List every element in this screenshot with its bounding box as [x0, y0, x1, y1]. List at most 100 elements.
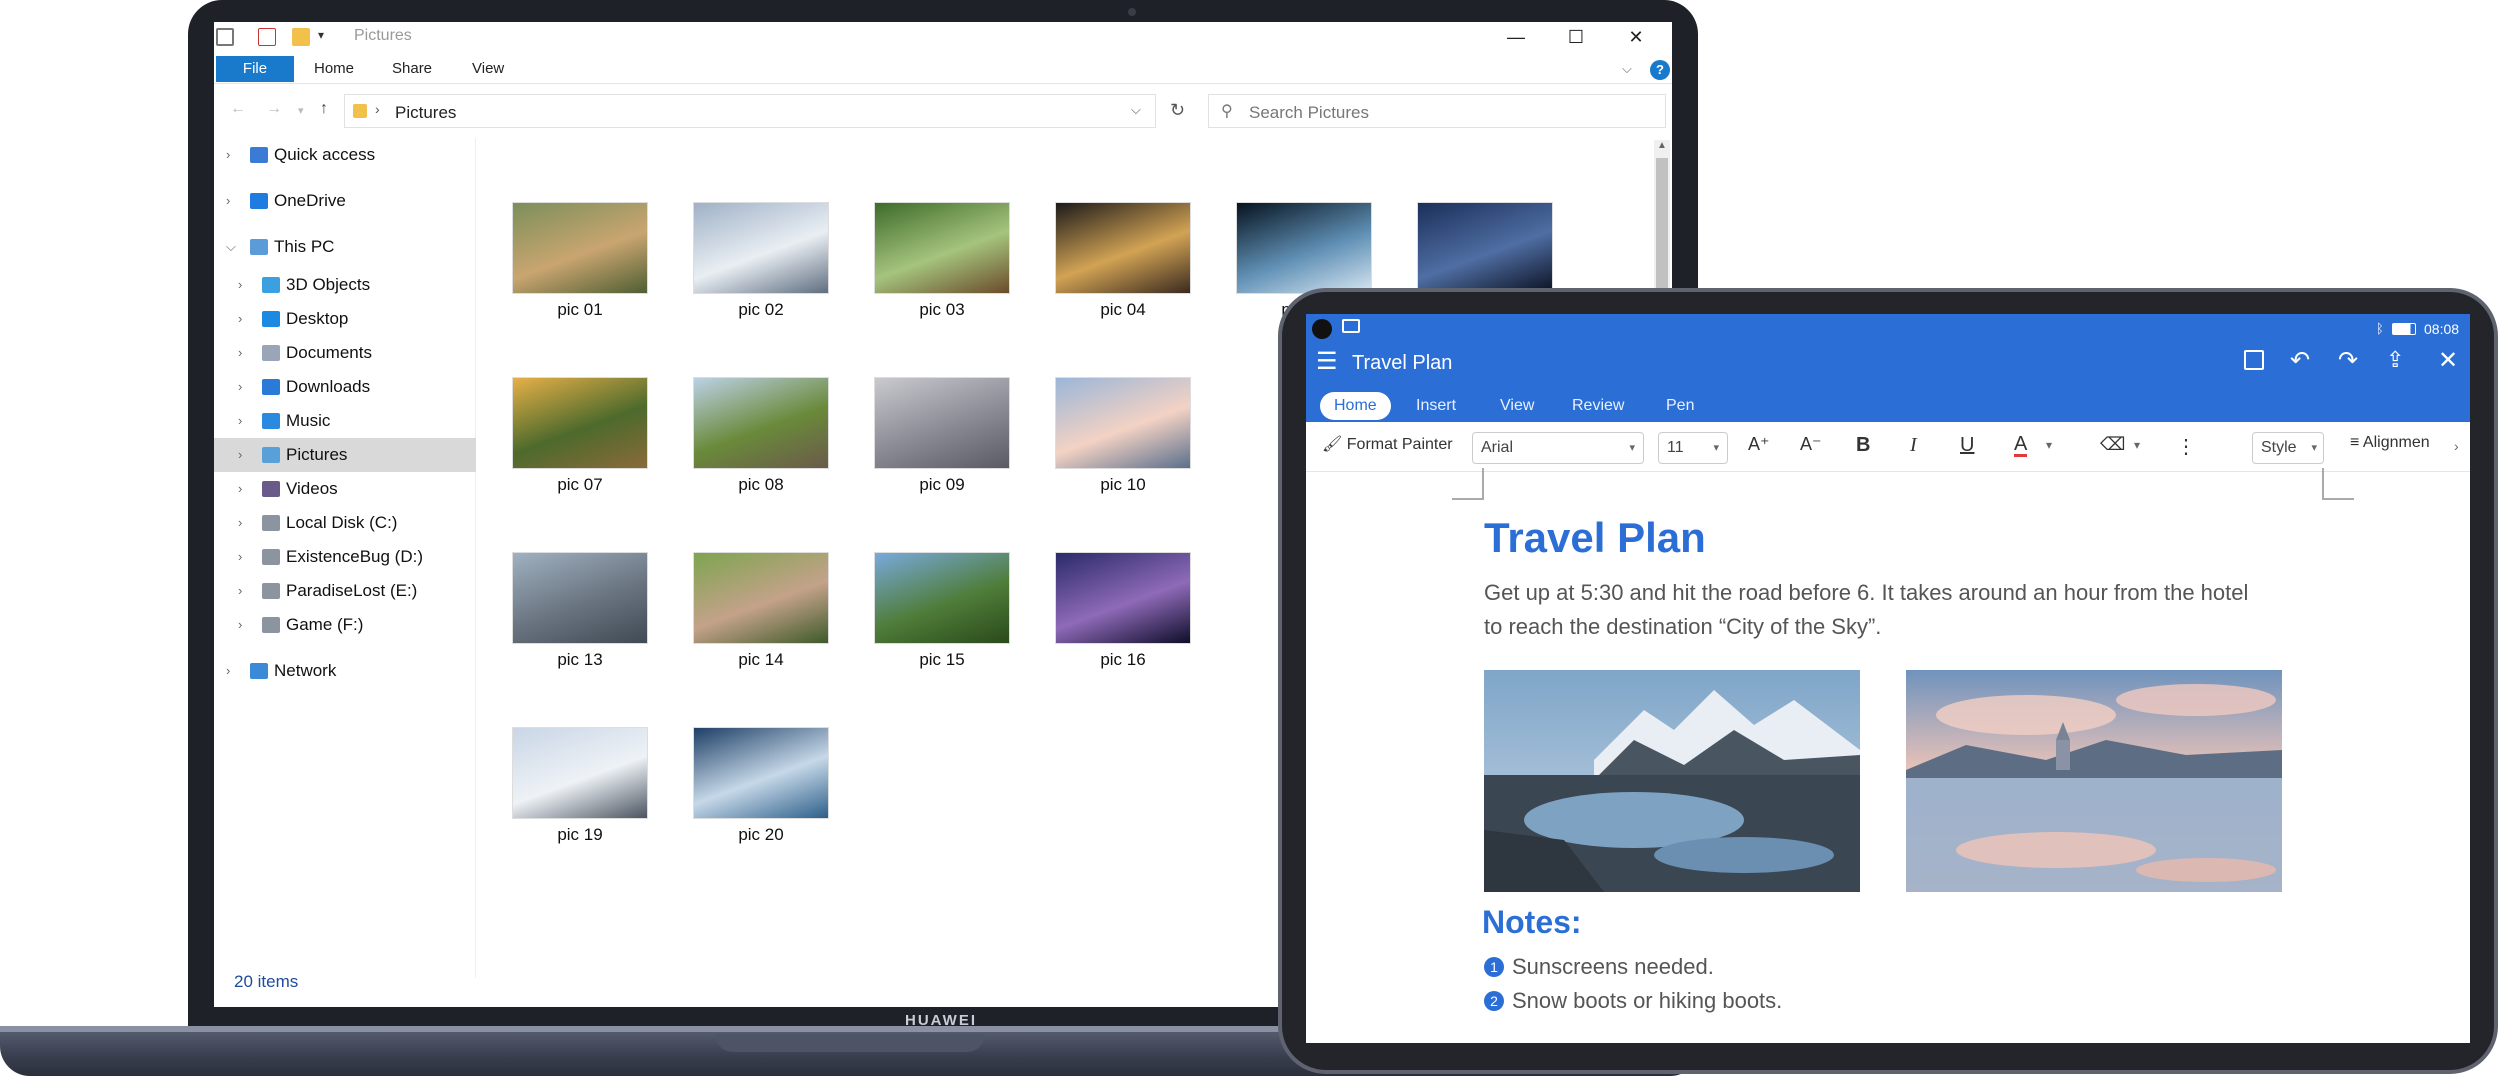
- picture-label[interactable]: pic 04: [1055, 300, 1191, 320]
- picture-thumbnail[interactable]: [693, 202, 829, 294]
- picture-thumbnail[interactable]: [874, 552, 1010, 644]
- forward-icon[interactable]: →: [266, 100, 282, 118]
- picture-label[interactable]: pic 09: [874, 475, 1010, 495]
- tab-home[interactable]: Home: [1320, 392, 1391, 420]
- back-icon[interactable]: ←: [230, 100, 246, 118]
- style-select[interactable]: Style ▾: [2252, 432, 2324, 464]
- nav-item[interactable]: › Quick access: [214, 138, 476, 172]
- picture-label[interactable]: pic 16: [1055, 650, 1191, 670]
- chevron-right-icon[interactable]: ›: [226, 654, 230, 688]
- address-field[interactable]: › Pictures ⌵: [344, 94, 1156, 128]
- close-icon[interactable]: ✕: [1606, 24, 1666, 50]
- multi-window-icon[interactable]: [1342, 319, 1360, 333]
- picture-label[interactable]: pic 15: [874, 650, 1010, 670]
- save-icon[interactable]: [2244, 350, 2264, 370]
- chevron-right-icon[interactable]: ›: [238, 506, 242, 540]
- recent-icon[interactable]: ▾: [298, 104, 304, 117]
- menu-icon[interactable]: ☰: [1316, 350, 1338, 374]
- document-image-mountains[interactable]: [1484, 670, 1860, 892]
- italic-icon[interactable]: I: [1910, 434, 1917, 457]
- tab-review[interactable]: Review: [1572, 392, 1624, 420]
- chevron-right-icon[interactable]: ›: [238, 404, 242, 438]
- font-color-icon[interactable]: A: [2014, 434, 2028, 457]
- minimize-icon[interactable]: —: [1486, 24, 1546, 50]
- chevron-right-icon[interactable]: ›: [226, 138, 230, 172]
- picture-thumbnail[interactable]: [1055, 202, 1191, 294]
- picture-thumbnail[interactable]: [512, 727, 648, 819]
- nav-item[interactable]: › Network: [214, 654, 476, 688]
- nav-item[interactable]: › Local Disk (C:): [214, 506, 476, 540]
- nav-item[interactable]: › Pictures: [214, 438, 476, 472]
- format-painter-button[interactable]: 🖌 Format Painter: [1322, 434, 1453, 454]
- nav-item[interactable]: › ParadiseLost (E:): [214, 574, 476, 608]
- scroll-up-icon[interactable]: ▲: [1657, 140, 1667, 151]
- ribbon-expand-icon[interactable]: ⌵: [1622, 56, 1632, 82]
- more-icon[interactable]: ⋮: [2176, 434, 2196, 459]
- bold-icon[interactable]: B: [1856, 434, 1870, 457]
- picture-thumbnail[interactable]: [1055, 552, 1191, 644]
- increase-font-icon[interactable]: A⁺: [1748, 434, 1770, 455]
- font-size-select[interactable]: 11 ▾: [1658, 432, 1728, 464]
- picture-thumbnail[interactable]: [874, 202, 1010, 294]
- nav-item[interactable]: › Downloads: [214, 370, 476, 404]
- chevron-right-icon[interactable]: ›: [238, 268, 242, 302]
- picture-thumbnail[interactable]: [1055, 377, 1191, 469]
- chevron-right-icon[interactable]: ›: [226, 184, 230, 218]
- address-dropdown-icon[interactable]: ⌵: [1131, 102, 1141, 118]
- picture-label[interactable]: pic 20: [693, 825, 829, 845]
- picture-thumbnail[interactable]: [1236, 202, 1372, 294]
- nav-item[interactable]: › 3D Objects: [214, 268, 476, 302]
- tab-pen[interactable]: Pen: [1666, 392, 1694, 420]
- picture-thumbnail[interactable]: [693, 377, 829, 469]
- maximize-icon[interactable]: ☐: [1546, 24, 1606, 50]
- decrease-font-icon[interactable]: A⁻: [1800, 434, 1822, 455]
- picture-label[interactable]: pic 01: [512, 300, 648, 320]
- picture-label[interactable]: pic 02: [693, 300, 829, 320]
- underline-icon[interactable]: U: [1960, 434, 1974, 457]
- alignment-button[interactable]: ≡ Alignmen: [2350, 434, 2460, 452]
- picture-label[interactable]: pic 03: [874, 300, 1010, 320]
- properties-icon[interactable]: [258, 28, 276, 46]
- highlight-dropdown-icon[interactable]: ▾: [2134, 438, 2140, 452]
- nav-item[interactable]: › Videos: [214, 472, 476, 506]
- chevron-right-icon[interactable]: ›: [238, 370, 242, 404]
- chevron-right-icon[interactable]: ›: [238, 336, 242, 370]
- chevron-right-icon[interactable]: ›: [238, 540, 242, 574]
- font-family-select[interactable]: Arial ▾: [1472, 432, 1644, 464]
- toolbar-scroll-icon[interactable]: ›: [2454, 438, 2459, 454]
- picture-label[interactable]: pic 08: [693, 475, 829, 495]
- nav-item[interactable]: › Music: [214, 404, 476, 438]
- nav-item[interactable]: › ExistenceBug (D:): [214, 540, 476, 574]
- chevron-right-icon[interactable]: ›: [238, 608, 242, 642]
- share-icon[interactable]: ⇪: [2386, 347, 2404, 373]
- picture-thumbnail[interactable]: [1417, 202, 1553, 294]
- tab-share[interactable]: Share: [392, 56, 432, 82]
- picture-label[interactable]: pic 07: [512, 475, 648, 495]
- font-color-dropdown-icon[interactable]: ▾: [2046, 438, 2052, 452]
- chevron-down-icon[interactable]: ⌵: [226, 230, 236, 264]
- document-canvas[interactable]: Travel Plan Get up at 5:30 and hit the r…: [1306, 468, 2470, 1043]
- help-icon[interactable]: ?: [1650, 60, 1670, 80]
- tab-file[interactable]: File: [216, 56, 294, 82]
- chevron-right-icon[interactable]: ›: [238, 574, 242, 608]
- nav-item[interactable]: ⌵ This PC: [214, 230, 476, 264]
- up-icon[interactable]: ↑: [320, 100, 328, 118]
- picture-label[interactable]: pic 13: [512, 650, 648, 670]
- document-image-lake[interactable]: [1906, 670, 2282, 892]
- picture-label[interactable]: pic 14: [693, 650, 829, 670]
- picture-label[interactable]: pic 19: [512, 825, 648, 845]
- new-folder-icon[interactable]: [292, 28, 310, 46]
- highlight-icon[interactable]: ⌫: [2100, 434, 2125, 455]
- tab-view[interactable]: View: [1500, 392, 1534, 420]
- nav-item[interactable]: › Desktop: [214, 302, 476, 336]
- close-doc-icon[interactable]: ✕: [2438, 346, 2458, 375]
- search-input[interactable]: ⚲ Search Pictures: [1208, 94, 1666, 128]
- chevron-right-icon[interactable]: ›: [238, 438, 242, 472]
- picture-thumbnail[interactable]: [512, 552, 648, 644]
- tab-insert[interactable]: Insert: [1416, 392, 1456, 420]
- picture-thumbnail[interactable]: [693, 727, 829, 819]
- picture-thumbnail[interactable]: [512, 377, 648, 469]
- chevron-right-icon[interactable]: ›: [238, 302, 242, 336]
- undo-icon[interactable]: ↶: [2290, 346, 2310, 375]
- nav-item[interactable]: › OneDrive: [214, 184, 476, 218]
